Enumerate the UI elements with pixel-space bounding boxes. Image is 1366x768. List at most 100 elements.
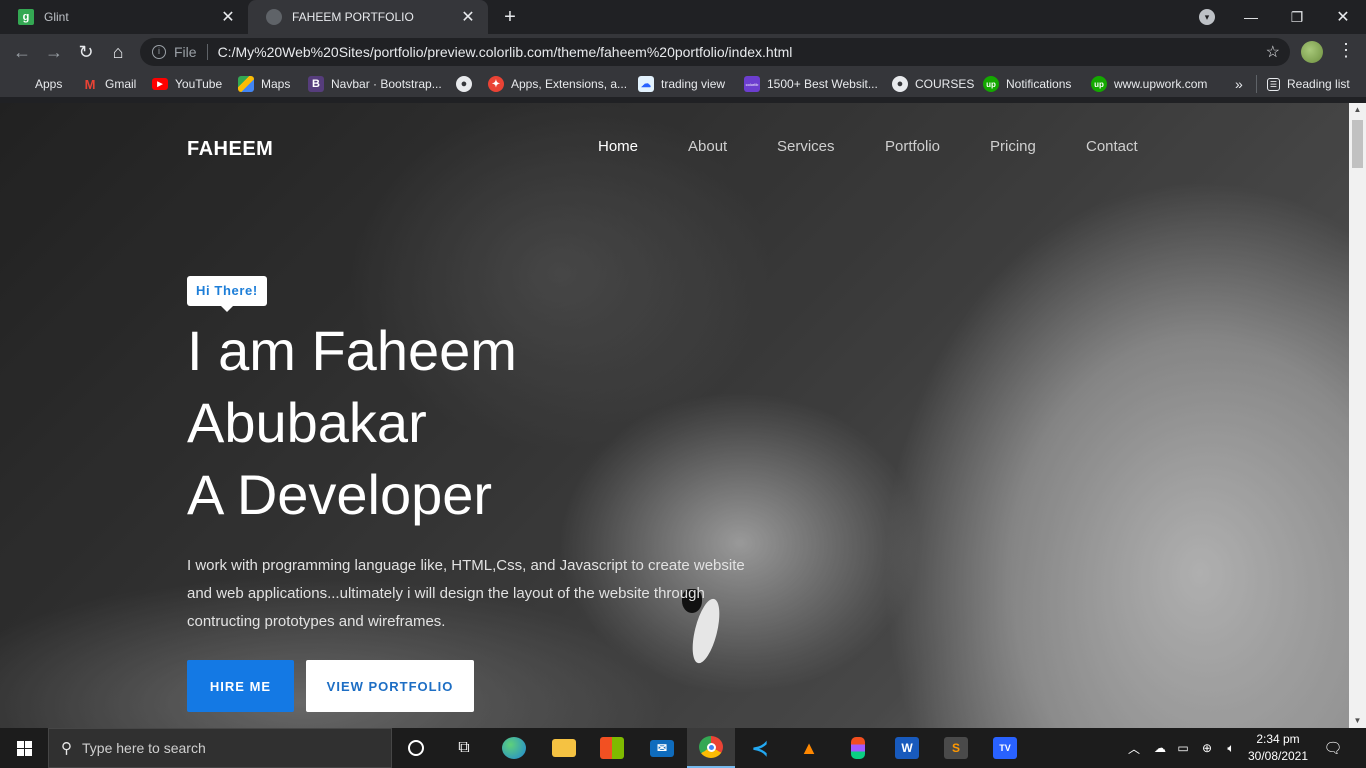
taskbar-word[interactable]: W (883, 728, 931, 768)
tab-glint[interactable]: g Glint ✕ (0, 0, 248, 34)
nav-home[interactable]: Home (598, 138, 638, 155)
show-hidden-icons[interactable]: ︿ (1124, 728, 1144, 768)
bookmark-notifications[interactable]: up Notifications (983, 74, 1071, 94)
windows-logo-icon (16, 740, 32, 756)
taskbar-edge[interactable] (490, 728, 538, 768)
nav-portfolio[interactable]: Portfolio (885, 138, 940, 155)
search-placeholder: Type here to search (82, 740, 206, 756)
bookmark-star-icon[interactable]: ☆ (1266, 42, 1280, 62)
bookmark-globe[interactable]: ● (456, 74, 479, 94)
sublime-icon: S (944, 737, 968, 759)
tab-faheem-portfolio[interactable]: FAHEEM PORTFOLIO ✕ (248, 0, 488, 34)
tab-search-icon[interactable]: ▾ (1199, 9, 1215, 25)
scroll-up-icon[interactable]: ▲ (1349, 103, 1366, 117)
hero-headline: I am Faheem Abubakar A Developer (187, 315, 517, 531)
system-clock[interactable]: 2:34 pm 30/08/2021 (1246, 731, 1310, 765)
nav-pricing[interactable]: Pricing (990, 138, 1036, 155)
taskbar-tradingview[interactable]: TV (981, 728, 1029, 768)
nav-about[interactable]: About (688, 138, 727, 155)
taskbar-sublime[interactable]: S (932, 728, 980, 768)
battery-icon[interactable]: ▭ (1173, 728, 1193, 768)
taskbar-figma[interactable] (834, 728, 882, 768)
reload-icon[interactable]: ↻ (74, 40, 98, 64)
taskbar-store[interactable] (588, 728, 636, 768)
vscode-icon: ≺ (751, 737, 769, 760)
bookmarks-overflow-button[interactable]: » (1235, 74, 1243, 94)
home-icon[interactable]: ⌂ (106, 40, 130, 64)
upwork-icon: up (983, 76, 999, 92)
chrome-icon (699, 736, 723, 758)
reading-list-button[interactable]: ☰ Reading list (1267, 74, 1350, 94)
bookmark-maps[interactable]: Maps (238, 74, 290, 94)
address-bar[interactable]: i File C:/My%20Web%20Sites/portfolio/pre… (140, 38, 1290, 66)
greeting-badge: Hi There! (187, 276, 267, 312)
bookmark-apps[interactable]: Apps (14, 74, 62, 94)
site-logo[interactable]: FAHEEM (187, 138, 273, 161)
taskbar-search-box[interactable]: ⚲ Type here to search (48, 728, 392, 768)
tradingview-icon: ☁ (638, 76, 654, 92)
hero-description: I work with programming language like, H… (187, 557, 745, 630)
new-tab-button[interactable]: + (498, 5, 522, 29)
task-view-icon: ⧉ (458, 739, 470, 756)
nav-services[interactable]: Services (777, 138, 835, 155)
bookmarks-bar: Apps M Gmail ▶ YouTube Maps B Navbar · B… (0, 70, 1366, 98)
clock-date: 30/08/2021 (1247, 749, 1309, 763)
url-scheme: File (174, 44, 197, 60)
taskbar-file-explorer[interactable] (540, 728, 588, 768)
browser-tab-strip: g Glint ✕ FAHEEM PORTFOLIO ✕ + ▾ ― ❐ ✕ (0, 0, 1366, 34)
scrollbar-thumb[interactable] (1352, 120, 1363, 168)
taskbar-vlc[interactable]: ▲ (785, 728, 833, 768)
taskbar-chrome[interactable] (687, 728, 735, 768)
url-text[interactable]: C:/My%20Web%20Sites/portfolio/preview.co… (218, 44, 1266, 60)
maps-icon (238, 76, 254, 92)
bookmark-youtube[interactable]: ▶ YouTube (152, 74, 222, 94)
forward-icon[interactable]: → (42, 40, 66, 64)
cortana-icon (408, 740, 424, 756)
youtube-icon: ▶ (152, 78, 168, 90)
gmail-icon: M (84, 76, 96, 92)
taskbar-vscode[interactable]: ≺ (736, 728, 784, 768)
apps-grid-icon (14, 77, 28, 91)
close-tab-icon[interactable]: ✕ (218, 7, 238, 27)
taskbar-mail[interactable]: ✉ (638, 728, 686, 768)
upwork-icon: up (1091, 76, 1107, 92)
bookmarks-divider (1256, 75, 1257, 93)
task-view-button[interactable]: ⧉ (440, 728, 488, 768)
bookmark-gmail[interactable]: M Gmail (82, 74, 137, 94)
bookmark-upwork[interactable]: up www.upwork.com (1091, 74, 1207, 94)
hire-me-button[interactable]: HIRE ME (187, 660, 294, 712)
close-tab-icon[interactable]: ✕ (458, 7, 478, 27)
cortana-button[interactable] (392, 728, 440, 768)
bookmark-navbar-bootstrap[interactable]: B Navbar · Bootstrap... (308, 74, 442, 94)
scroll-down-icon[interactable]: ▼ (1349, 714, 1366, 728)
back-icon[interactable]: ← (10, 40, 34, 64)
profile-avatar[interactable] (1301, 41, 1323, 63)
start-button[interactable] (0, 728, 48, 768)
search-icon: ⚲ (61, 740, 72, 757)
browser-toolbar: ← → ↻ ⌂ i File C:/My%20Web%20Sites/portf… (0, 34, 1366, 70)
volume-icon[interactable]: 🔈︎ (1220, 728, 1242, 768)
figma-icon (851, 737, 865, 759)
onedrive-icon[interactable]: ☁ (1149, 728, 1171, 768)
view-portfolio-button[interactable]: VIEW PORTFOLIO (306, 660, 474, 712)
extensions-icon: ✦ (488, 76, 504, 92)
bookmark-colorlib[interactable]: colorlib 1500+ Best Websit... (744, 74, 878, 94)
page-scrollbar[interactable]: ▲ ▼ (1349, 103, 1366, 728)
minimize-window-button[interactable]: ― (1228, 0, 1274, 34)
network-globe-icon[interactable]: ⊕ (1196, 728, 1218, 768)
restore-window-button[interactable]: ❐ (1274, 0, 1320, 34)
folder-icon (552, 739, 576, 757)
tradingview-icon: TV (993, 737, 1017, 759)
bookmark-apps-extensions[interactable]: ✦ Apps, Extensions, a... (488, 74, 627, 94)
bookmark-trading-view[interactable]: ☁ trading view (638, 74, 725, 94)
browser-menu-icon[interactable]: ⋮ (1336, 40, 1356, 61)
close-window-button[interactable]: ✕ (1320, 0, 1366, 34)
notifications-icon[interactable]: 🗨︎ (1318, 728, 1348, 768)
bookmark-courses[interactable]: ● COURSES (892, 74, 974, 94)
site-info-icon[interactable]: i (152, 45, 166, 59)
colorlib-icon: colorlib (744, 76, 760, 92)
globe-icon: ● (456, 76, 472, 92)
page-viewport: FAHEEM Home About Services Portfolio Pri… (0, 103, 1349, 728)
nav-contact[interactable]: Contact (1086, 138, 1138, 155)
mail-icon: ✉ (650, 739, 674, 757)
